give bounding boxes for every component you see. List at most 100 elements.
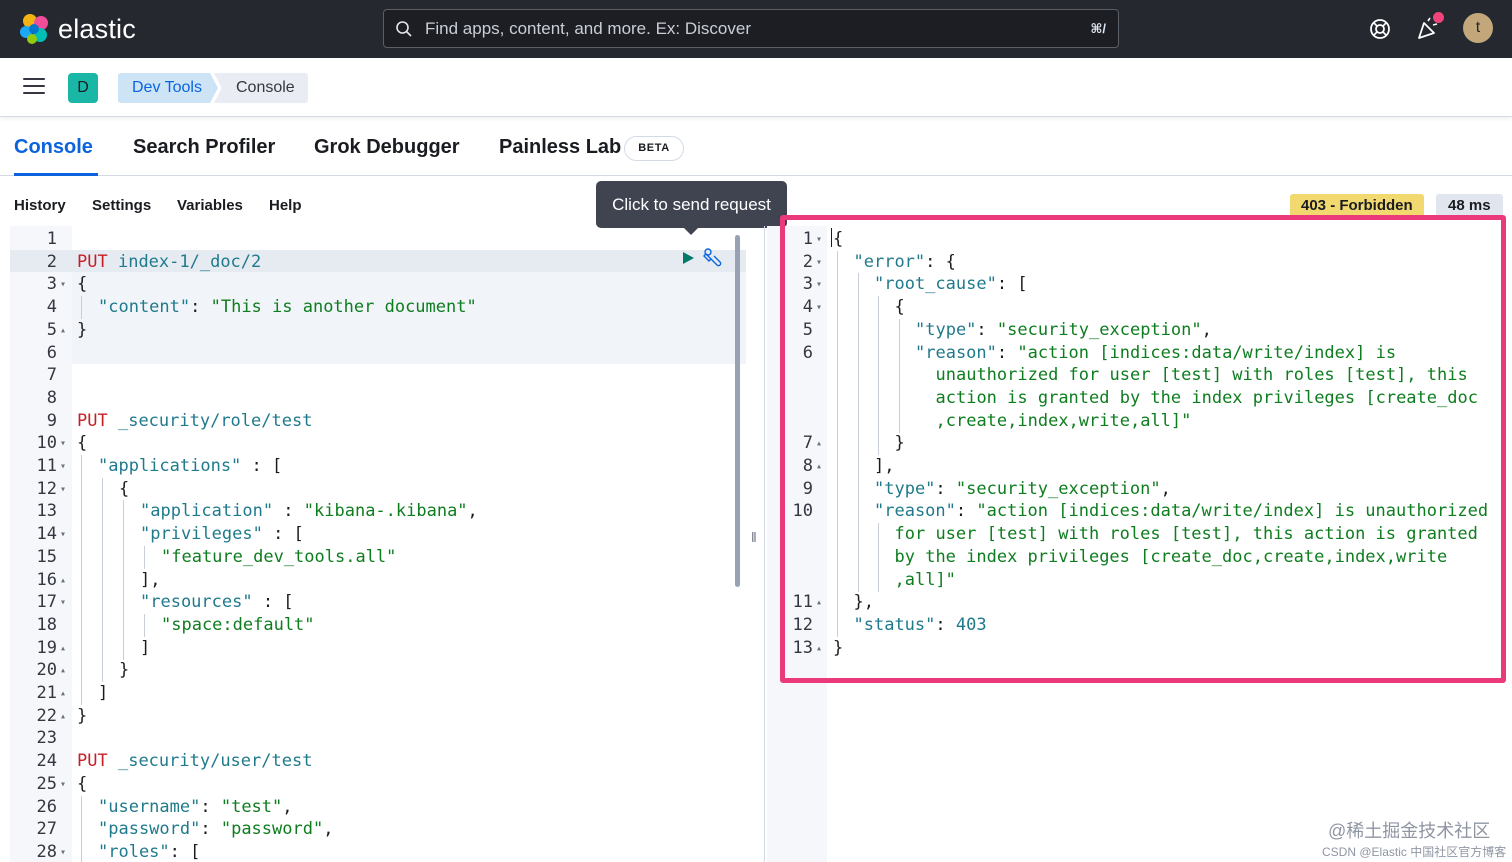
line-number: 15: [36, 546, 57, 567]
json-key: "password": [98, 819, 201, 840]
code-text: }: [119, 659, 129, 682]
menu-icon-line: [23, 78, 45, 80]
code-text: "roles": [: [98, 841, 200, 862]
line-number: 17: [36, 592, 57, 613]
code-text: "password": "password",: [98, 818, 333, 841]
request-editor[interactable]: 1 2 PUT index-1/_doc/2 3 ▾{4 "content": "This…: [10, 226, 746, 862]
indent-guide: [102, 568, 103, 592]
help-menu-item[interactable]: Help: [269, 197, 302, 214]
http-method: PUT: [77, 410, 108, 431]
tab-painless-lab[interactable]: Painless Lab: [499, 118, 621, 176]
code-line: 21 ▴]: [10, 682, 746, 705]
variables-menu-item[interactable]: Variables: [177, 197, 243, 214]
line-number: 6: [46, 342, 57, 363]
code-line: 6: [10, 342, 746, 365]
fold-toggle-icon[interactable]: ▾: [60, 523, 66, 546]
fold-toggle-icon[interactable]: ▾: [60, 273, 66, 296]
request-editor-scrollbar[interactable]: [735, 235, 740, 587]
line-number: 5: [46, 319, 57, 340]
watermark: @稀土掘金技术社区: [1328, 821, 1491, 841]
indent-guide: [144, 545, 145, 569]
search-input[interactable]: [425, 18, 1065, 39]
code-line: 18 "space:default": [10, 613, 746, 637]
json-separator: : [: [262, 524, 304, 545]
send-request-icon[interactable]: [680, 250, 696, 266]
json-key: "content": [98, 297, 191, 318]
fold-toggle-icon[interactable]: ▾: [60, 455, 66, 478]
json-separator: :: [200, 819, 221, 840]
global-search[interactable]: ⌘/: [383, 9, 1119, 48]
tab-grok-debugger[interactable]: Grok Debugger: [314, 118, 460, 176]
code-line: 4 "content": "This is another document": [10, 296, 746, 320]
search-shortcut: ⌘/: [1090, 21, 1106, 36]
fold-toggle-icon[interactable]: ▾: [60, 591, 66, 614]
fold-toggle-icon[interactable]: ▴: [60, 682, 66, 705]
settings-menu-item[interactable]: Settings: [92, 197, 151, 214]
fold-toggle-icon[interactable]: ▾: [60, 773, 66, 796]
indent-guide: [123, 636, 124, 660]
elastic-logo[interactable]: elastic: [18, 12, 136, 46]
indent-guide: [81, 296, 82, 320]
code-line: 24 PUT _security/user/test: [10, 750, 746, 773]
code-text: "resources" : [: [140, 591, 294, 614]
history-menu-item[interactable]: History: [14, 197, 66, 214]
menu-toggle-button[interactable]: [23, 78, 45, 96]
help-icon[interactable]: [1366, 15, 1394, 43]
space-avatar[interactable]: D: [68, 73, 98, 103]
code-line: 13 "application" : "kibana-.kibana",: [10, 500, 746, 524]
http-method: PUT: [77, 751, 108, 772]
request-path: _security/user/test: [117, 751, 313, 772]
user-avatar[interactable]: t: [1463, 13, 1493, 43]
indent-guide: [102, 613, 103, 637]
fold-toggle-icon[interactable]: ▾: [60, 841, 66, 862]
json-string: "password": [220, 819, 324, 840]
code-text: "content": "This is another document": [98, 296, 477, 319]
tab-search-profiler[interactable]: Search Profiler: [133, 118, 275, 176]
tab-console[interactable]: Console: [14, 118, 98, 176]
fold-toggle-icon[interactable]: ▾: [60, 478, 66, 501]
fold-toggle-icon[interactable]: ▴: [60, 637, 66, 660]
fold-toggle-icon[interactable]: ▴: [60, 705, 66, 728]
code-line: 19 ▴]: [10, 636, 746, 660]
fold-toggle-icon[interactable]: ▴: [60, 319, 66, 342]
fold-toggle-icon[interactable]: ▴: [60, 569, 66, 592]
code-line: 27 "password": "password",: [10, 818, 746, 842]
indent-guide: [81, 682, 82, 705]
code-line: 28 ▾ "roles": [: [10, 840, 746, 862]
json-string: "test": [220, 796, 283, 817]
line-number: 7: [46, 365, 57, 386]
code-line: 22 ▴}: [10, 705, 746, 728]
indent-guide: [81, 636, 82, 660]
line-number: 20: [36, 660, 57, 681]
json-separator: :: [200, 796, 221, 817]
json-string: "space:default": [161, 614, 315, 635]
resize-handle-icon[interactable]: ‖: [751, 529, 759, 547]
line-number: 13: [36, 501, 57, 522]
line-number: 28: [36, 841, 57, 862]
search-icon: [396, 20, 412, 37]
indent-guide: [123, 568, 124, 592]
code-text: PUT _security/user/test: [77, 750, 312, 773]
fold-toggle-icon[interactable]: ▾: [60, 432, 66, 455]
code-line: 26 "username": "test",: [10, 795, 746, 819]
line-number: 4: [46, 297, 57, 318]
response-status-badge: 403 - Forbidden: [1290, 194, 1424, 217]
code-text: }: [77, 705, 87, 728]
line-number: 14: [36, 524, 57, 545]
code-line: 1: [10, 228, 746, 251]
code-line: 25 ▾ {: [10, 773, 746, 796]
wrench-icon[interactable]: [702, 248, 724, 270]
indent-guide: [81, 613, 82, 637]
line-number: 1: [46, 229, 57, 249]
indent-guide: [123, 591, 124, 615]
fold-toggle-icon[interactable]: ▴: [60, 659, 66, 682]
json-key: "applications": [98, 456, 242, 476]
code-text: }: [77, 319, 87, 342]
request-path: _security/role/test: [117, 410, 313, 431]
code-line: 12 ▾ {: [10, 477, 746, 501]
response-highlight-frame: [780, 215, 1506, 683]
breadcrumb-dev-tools[interactable]: Dev Tools: [118, 73, 218, 103]
breadcrumb-bar: D Dev Tools Console: [0, 58, 1512, 117]
code-line: 7: [10, 364, 746, 387]
json-punctuation: ,: [323, 819, 334, 840]
